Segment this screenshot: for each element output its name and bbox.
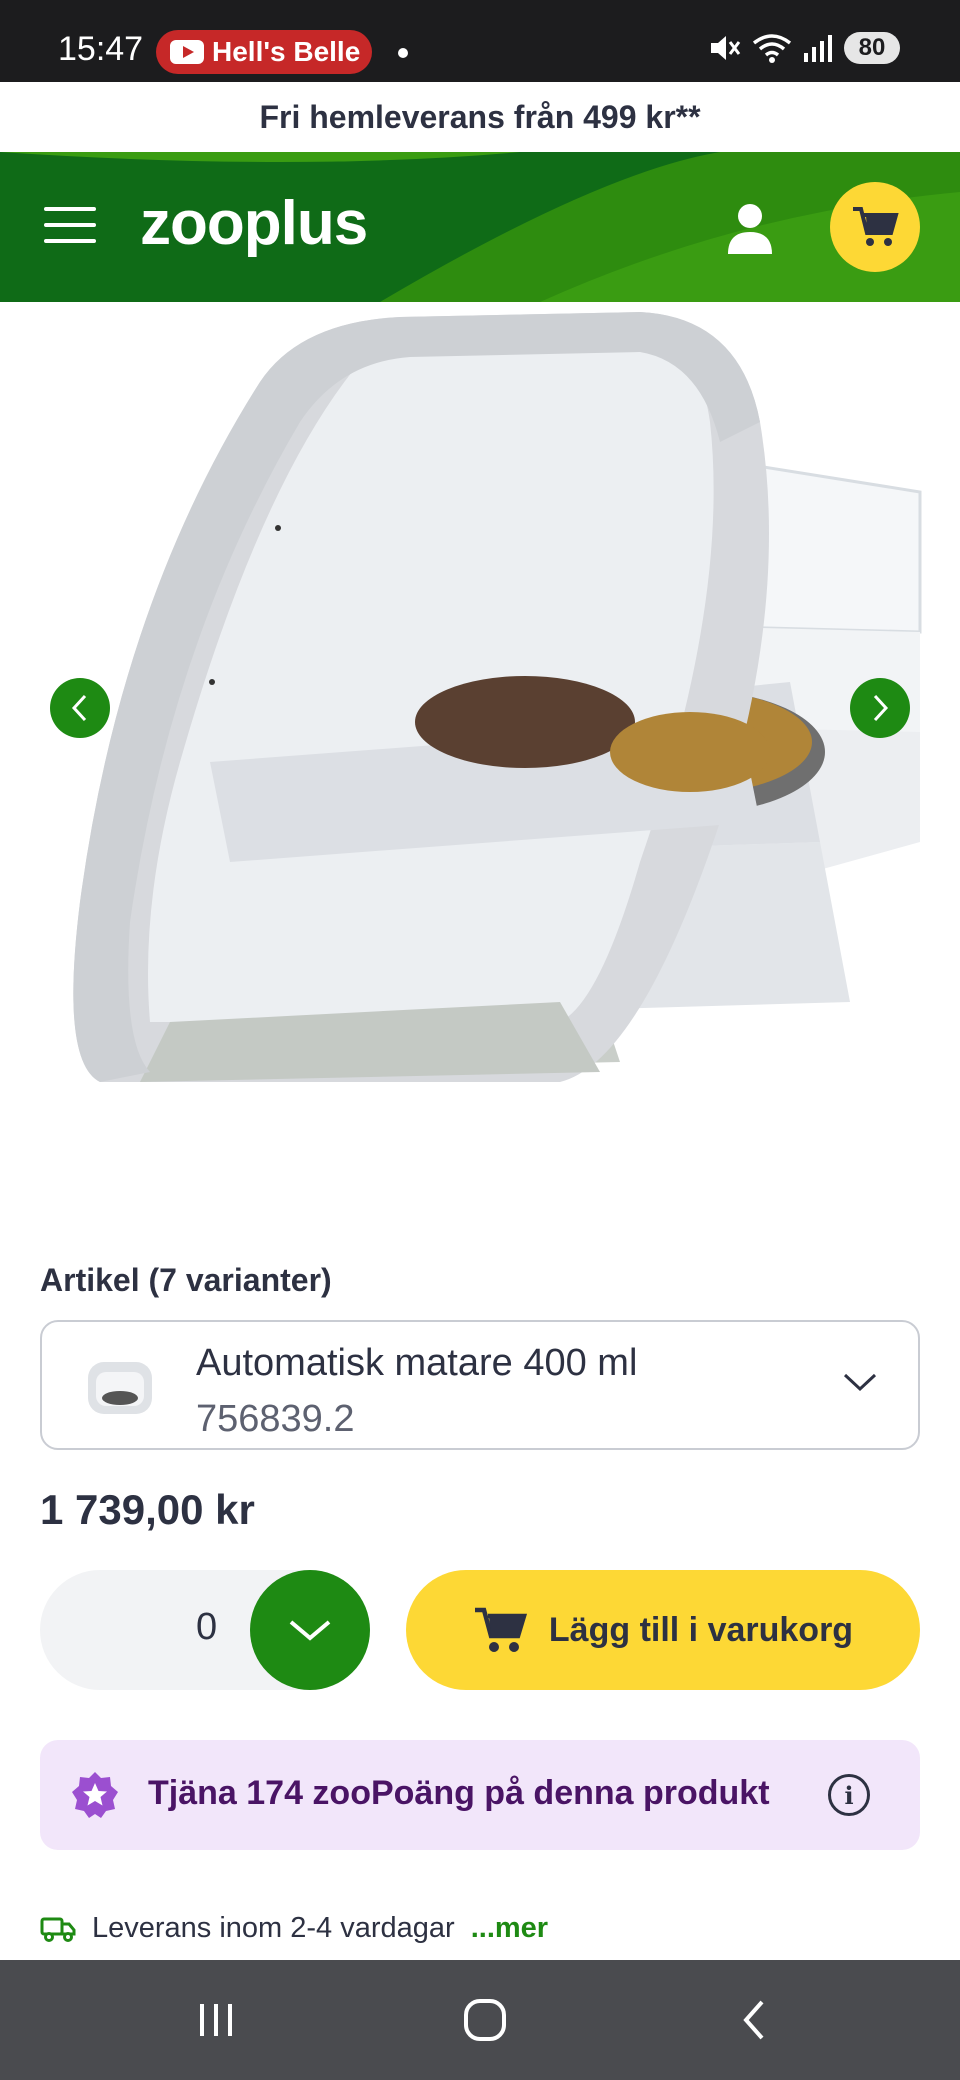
status-icons: 80 (708, 32, 900, 64)
product-price: 1 739,00 kr (40, 1486, 255, 1533)
quantity-value: 0 (196, 1606, 218, 1648)
cart-icon (474, 1607, 527, 1652)
recent-apps-button[interactable] (186, 1990, 246, 2050)
cart-icon (853, 207, 899, 246)
system-nav-bar (0, 1960, 960, 2080)
delivery-info: Leverans inom 2-4 vardagar ...mer (40, 1912, 548, 1945)
quantity-stepper[interactable]: 0 (40, 1570, 370, 1690)
product-image[interactable] (0, 302, 960, 1202)
automatic-pet-feeder-photo (73, 312, 922, 1082)
media-notification-pill[interactable]: Hell's Belle (156, 30, 372, 74)
user-icon[interactable] (722, 200, 778, 256)
carousel-next-button[interactable] (850, 678, 910, 738)
hamburger-menu-icon (44, 207, 96, 211)
chevron-down-icon (843, 1373, 877, 1392)
menu-button[interactable] (44, 207, 96, 247)
star-badge-icon (72, 1772, 118, 1818)
truck-icon (40, 1917, 76, 1942)
variant-article-number: 756839.2 (196, 1398, 355, 1440)
delivery-more-link[interactable]: ...mer (471, 1912, 548, 1945)
notification-dot-icon (398, 48, 408, 58)
home-icon (464, 1999, 506, 2041)
cart-button[interactable] (830, 182, 920, 272)
chevron-right-icon (873, 694, 889, 722)
zoopoints-text: Tjäna 174 zooPoäng på denna produkt (148, 1774, 770, 1812)
media-title: Hell's Belle (212, 36, 361, 67)
status-bar: 15:47 Hell's Belle 80 (0, 0, 960, 82)
zooplus-logo[interactable]: zooplus (140, 188, 368, 259)
recent-apps-icon (200, 2004, 232, 2036)
wifi-icon (752, 34, 792, 63)
mute-icon (711, 36, 741, 60)
info-icon[interactable]: i (828, 1774, 870, 1816)
youtube-icon (170, 40, 204, 64)
variant-select[interactable]: Automatisk matare 400 ml 756839.2 (40, 1320, 920, 1450)
site-header: zooplus (0, 152, 960, 302)
add-to-cart-label: Lägg till i varukorg (548, 1610, 854, 1649)
variant-label: Artikel (7 varianter) (40, 1262, 332, 1298)
status-time: 15:47 (58, 30, 144, 68)
back-button[interactable] (724, 1990, 784, 2050)
variant-thumbnail (88, 1362, 152, 1414)
carousel-prev-button[interactable] (50, 678, 110, 738)
home-button[interactable] (455, 1990, 515, 2050)
variant-name: Automatisk matare 400 ml (196, 1342, 638, 1384)
signal-icon (804, 35, 832, 62)
zoopoints-banner: Tjäna 174 zooPoäng på denna produkt i (40, 1740, 920, 1850)
chevron-down-icon (289, 1620, 331, 1641)
quantity-dropdown-button[interactable] (250, 1570, 370, 1690)
add-to-cart-button[interactable]: Lägg till i varukorg (406, 1570, 920, 1690)
chevron-left-icon (71, 694, 87, 722)
battery-icon: 80 (844, 32, 900, 64)
back-icon (743, 2000, 764, 2040)
free-delivery-banner: Fri hemleverans från 499 kr** (0, 82, 960, 152)
delivery-text: Leverans inom 2-4 vardagar (92, 1912, 455, 1944)
